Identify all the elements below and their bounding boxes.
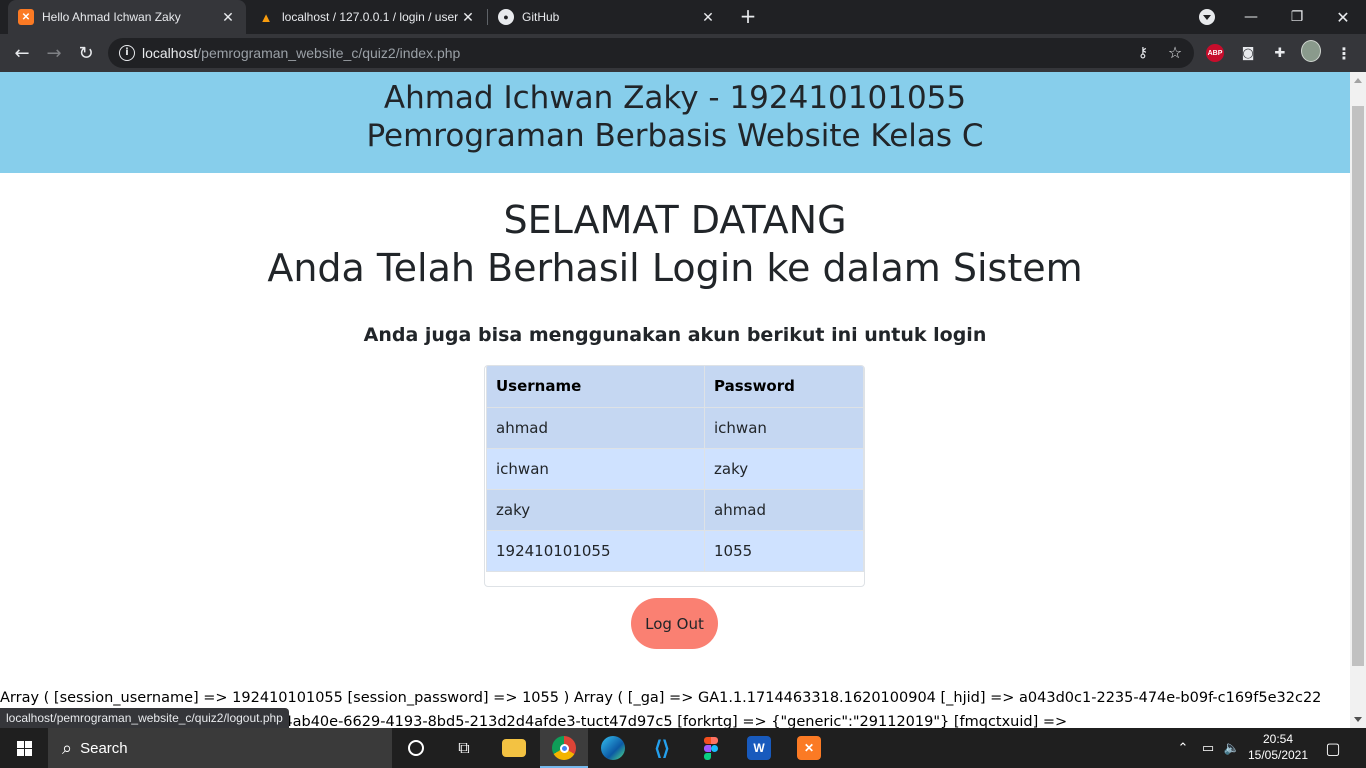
welcome-line1: SELAMAT DATANG bbox=[503, 198, 847, 242]
menu-kebab-icon[interactable]: ⋮ bbox=[1334, 43, 1354, 63]
address-bar[interactable]: i localhost/pemrograman_website_c/quiz2/… bbox=[108, 38, 1194, 68]
username-cell: zaky bbox=[486, 489, 705, 531]
url-text[interactable]: localhost/pemrograman_website_c/quiz2/in… bbox=[142, 45, 460, 61]
tab-search-icon[interactable] bbox=[1199, 9, 1215, 25]
tab-phpmyadmin[interactable]: ▲ localhost / 127.0.0.1 / login / user ✕ bbox=[248, 0, 486, 34]
tray-chevron-icon[interactable]: ⌃ bbox=[1172, 728, 1194, 768]
accounts-table-card: Username Password ahmad ichwan ichwan za… bbox=[484, 365, 865, 587]
close-tab-icon[interactable]: ✕ bbox=[700, 9, 716, 26]
windows-logo-icon bbox=[16, 740, 32, 756]
adblock-plus-icon[interactable]: ABP bbox=[1205, 43, 1225, 63]
tab-title: GitHub bbox=[522, 10, 560, 24]
table-row: ahmad ichwan bbox=[486, 407, 864, 449]
xampp-taskbar-icon[interactable]: ✕ bbox=[785, 728, 833, 768]
password-cell: ichwan bbox=[704, 407, 864, 449]
notification-icon[interactable]: ▢ bbox=[1318, 728, 1348, 768]
scroll-up-arrow-icon[interactable] bbox=[1354, 78, 1362, 83]
bookmark-star-icon[interactable]: ☆ bbox=[1166, 44, 1184, 62]
edge-icon[interactable] bbox=[589, 728, 637, 768]
welcome-line2: Anda Telah Berhasil Login ke dalam Siste… bbox=[267, 246, 1083, 290]
header-name: Ahmad Ichwan Zaky - 192410101055 bbox=[383, 80, 967, 116]
restore-button[interactable]: ❐ bbox=[1274, 0, 1320, 34]
table-header-row: Username Password bbox=[486, 366, 864, 408]
cortana-icon[interactable] bbox=[392, 728, 440, 768]
password-cell: 1055 bbox=[704, 530, 864, 572]
column-header-username: Username bbox=[486, 366, 705, 408]
vscode-icon[interactable]: ⟨⟩ bbox=[638, 728, 686, 768]
table-row: 192410101055 1055 bbox=[486, 530, 864, 572]
search-label: Search bbox=[80, 739, 128, 757]
username-cell: ichwan bbox=[486, 448, 705, 490]
username-cell: ahmad bbox=[486, 407, 705, 449]
url-host: localhost bbox=[142, 45, 198, 61]
clock-date: 15/05/2021 bbox=[1247, 748, 1309, 762]
tab-title: Hello Ahmad Ichwan Zaky bbox=[42, 10, 181, 24]
search-icon: ⌕ bbox=[62, 737, 73, 758]
logout-button[interactable]: Log Out bbox=[631, 598, 718, 649]
accounts-table: Username Password ahmad ichwan ichwan za… bbox=[486, 366, 864, 572]
page-viewport: Ahmad Ichwan Zaky - 192410101055 Pemrogr… bbox=[0, 72, 1350, 728]
link-status-bubble: localhost/pemrograman_website_c/quiz2/lo… bbox=[0, 708, 289, 728]
password-cell: zaky bbox=[704, 448, 864, 490]
forward-arrow-icon[interactable]: → bbox=[40, 39, 68, 67]
tab-github[interactable]: ● GitHub ✕ bbox=[488, 0, 726, 34]
avatar bbox=[1301, 40, 1321, 62]
profile-avatar[interactable] bbox=[1301, 40, 1321, 62]
word-icon[interactable]: W bbox=[735, 728, 783, 768]
column-header-password: Password bbox=[704, 366, 864, 408]
task-view-icon[interactable]: ⧉ bbox=[440, 728, 488, 768]
welcome-heading: SELAMAT DATANG Anda Telah Berhasil Login… bbox=[0, 196, 1350, 292]
scroll-down-arrow-icon[interactable] bbox=[1354, 717, 1362, 722]
taskbar-search[interactable]: ⌕ Search bbox=[48, 728, 392, 768]
clock-time: 20:54 bbox=[1262, 732, 1294, 746]
browser-tabstrip: ✕ Hello Ahmad Ichwan Zaky ✕ ▲ localhost … bbox=[0, 0, 1366, 34]
username-cell: 192410101055 bbox=[486, 530, 705, 572]
dump-line: Array ( [session_username] => 1924101010… bbox=[0, 690, 1322, 706]
close-tab-icon[interactable]: ✕ bbox=[220, 9, 236, 26]
table-row: ichwan zaky bbox=[486, 448, 864, 490]
figma-icon[interactable] bbox=[687, 728, 735, 768]
battery-icon[interactable]: ▭ bbox=[1196, 728, 1220, 768]
tab-hello[interactable]: ✕ Hello Ahmad Ichwan Zaky ✕ bbox=[8, 0, 246, 34]
reload-icon[interactable]: ↻ bbox=[72, 39, 100, 67]
new-tab-button[interactable]: + bbox=[737, 5, 759, 27]
scroll-thumb[interactable] bbox=[1352, 106, 1364, 666]
url-path: /pemrograman_website_c/quiz2/index.php bbox=[197, 45, 461, 61]
header-course: Pemrograman Berbasis Website Kelas C bbox=[366, 118, 984, 154]
back-arrow-icon[interactable]: ← bbox=[8, 39, 36, 67]
page-header: Ahmad Ichwan Zaky - 192410101055 Pemrogr… bbox=[0, 72, 1350, 173]
windows-taskbar: ⌕ Search ⧉ ⟨⟩ W ✕ ⌃ ▭ 🔈 20:54 15/05/2021… bbox=[0, 728, 1366, 768]
password-cell: ahmad bbox=[704, 489, 864, 531]
page-scrollbar[interactable] bbox=[1350, 72, 1366, 728]
close-window-button[interactable]: ✕ bbox=[1320, 0, 1366, 34]
browser-toolbar: ← → ↻ i localhost/pemrograman_website_c/… bbox=[0, 34, 1366, 72]
site-info-icon[interactable]: i bbox=[119, 45, 135, 61]
xampp-icon: ✕ bbox=[18, 9, 34, 25]
abp-label: ABP bbox=[1206, 44, 1224, 62]
extensions-puzzle-icon[interactable]: ✚ bbox=[1270, 43, 1290, 63]
minimize-button[interactable]: — bbox=[1228, 0, 1274, 34]
chrome-taskbar-icon[interactable] bbox=[540, 728, 588, 768]
table-row: zaky ahmad bbox=[486, 489, 864, 531]
tab-title: localhost / 127.0.0.1 / login / user bbox=[282, 10, 459, 24]
close-tab-icon[interactable]: ✕ bbox=[460, 9, 476, 26]
taskbar-clock[interactable]: 20:54 15/05/2021 bbox=[1238, 731, 1318, 763]
github-icon: ● bbox=[498, 9, 514, 25]
phpmyadmin-icon: ▲ bbox=[259, 9, 273, 25]
camera-extension-icon[interactable]: ◙ bbox=[1238, 43, 1258, 63]
accounts-subtitle: Anda juga bisa menggunakan akun berikut … bbox=[363, 324, 987, 346]
key-icon[interactable]: ⚷ bbox=[1134, 44, 1152, 62]
file-explorer-icon[interactable] bbox=[490, 728, 538, 768]
start-button[interactable] bbox=[0, 728, 48, 768]
